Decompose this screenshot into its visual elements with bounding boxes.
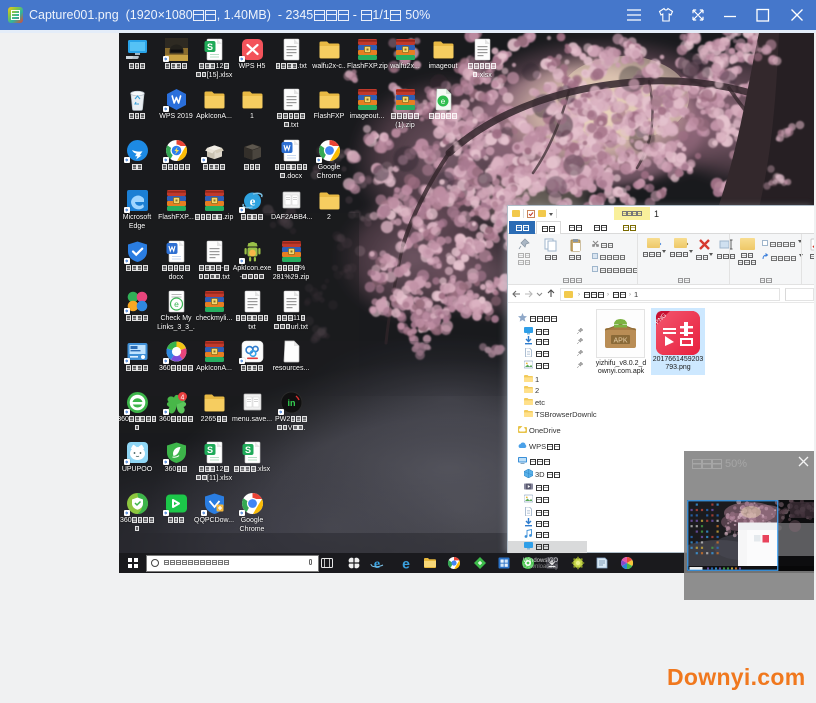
svg-text:S: S	[206, 445, 212, 455]
svg-text:e: e	[402, 556, 410, 570]
svg-text:e: e	[374, 557, 380, 570]
svg-text:S: S	[206, 42, 212, 52]
svg-text:e: e	[174, 299, 179, 309]
svg-text:e: e	[249, 194, 255, 209]
svg-text:in: in	[287, 398, 295, 408]
svg-text:e: e	[440, 97, 445, 106]
svg-text:APK: APK	[613, 338, 627, 345]
svg-text:4: 4	[180, 395, 184, 402]
svg-text:S: S	[244, 445, 250, 455]
